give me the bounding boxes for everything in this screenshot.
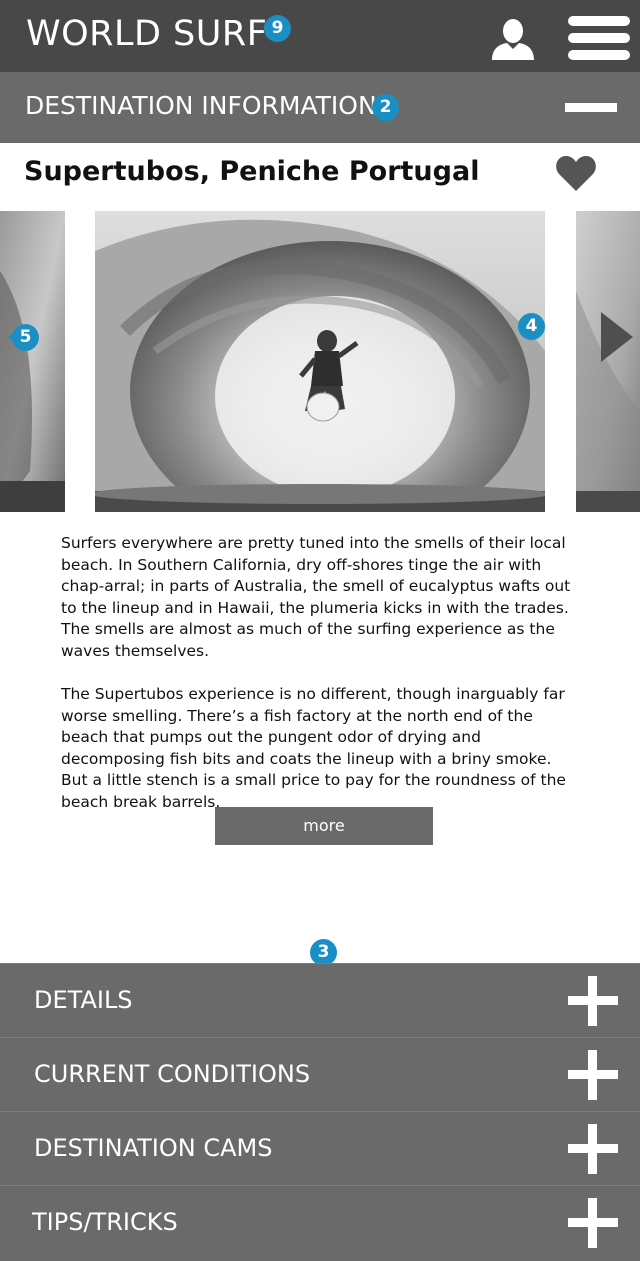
accordion-item-destination-cams[interactable]: DESTINATION CAMS — [0, 1111, 640, 1186]
annotation-badge: 3 — [310, 939, 337, 966]
destination-title: Supertubos, Peniche Portugal — [24, 156, 480, 187]
accordion-item-tips-tricks[interactable]: TIPS/TRICKS — [0, 1185, 640, 1261]
more-button[interactable]: more — [215, 807, 433, 845]
app-title: WORLD SURF — [26, 14, 268, 54]
description-paragraph: Surfers everywhere are pretty tuned into… — [61, 534, 571, 660]
destination-photo[interactable] — [95, 211, 545, 512]
plus-icon[interactable] — [568, 1050, 618, 1100]
destination-info-header[interactable]: DESTINATION INFORMATION 2 — [0, 72, 640, 143]
app-header: WORLD SURF 9 — [0, 0, 640, 72]
accordion-label: DESTINATION CAMS — [34, 1134, 273, 1162]
annotation-badge: 9 — [264, 15, 291, 42]
hamburger-menu-icon[interactable] — [568, 16, 630, 60]
user-icon[interactable] — [490, 18, 536, 60]
accordion-item-details[interactable]: DETAILS — [0, 963, 640, 1038]
plus-icon[interactable] — [568, 1124, 618, 1174]
annotation-badge: 5 — [12, 324, 39, 351]
accordion-label: DETAILS — [34, 986, 133, 1014]
description-paragraph: The Supertubos experience is no differen… — [61, 685, 566, 811]
annotation-badge: 4 — [518, 313, 545, 340]
plus-icon[interactable] — [568, 1198, 618, 1248]
section-title: DESTINATION INFORMATION — [25, 91, 377, 120]
heart-icon[interactable] — [555, 154, 597, 192]
accordion-label: TIPS/TRICKS — [32, 1208, 178, 1236]
accordion-item-current-conditions[interactable]: CURRENT CONDITIONS — [0, 1037, 640, 1112]
minus-icon[interactable] — [565, 103, 617, 112]
previous-photo[interactable] — [0, 211, 65, 512]
plus-icon[interactable] — [568, 976, 618, 1026]
annotation-badge: 2 — [372, 94, 399, 121]
accordion-label: CURRENT CONDITIONS — [34, 1060, 311, 1088]
chevron-right-icon[interactable] — [601, 312, 633, 362]
